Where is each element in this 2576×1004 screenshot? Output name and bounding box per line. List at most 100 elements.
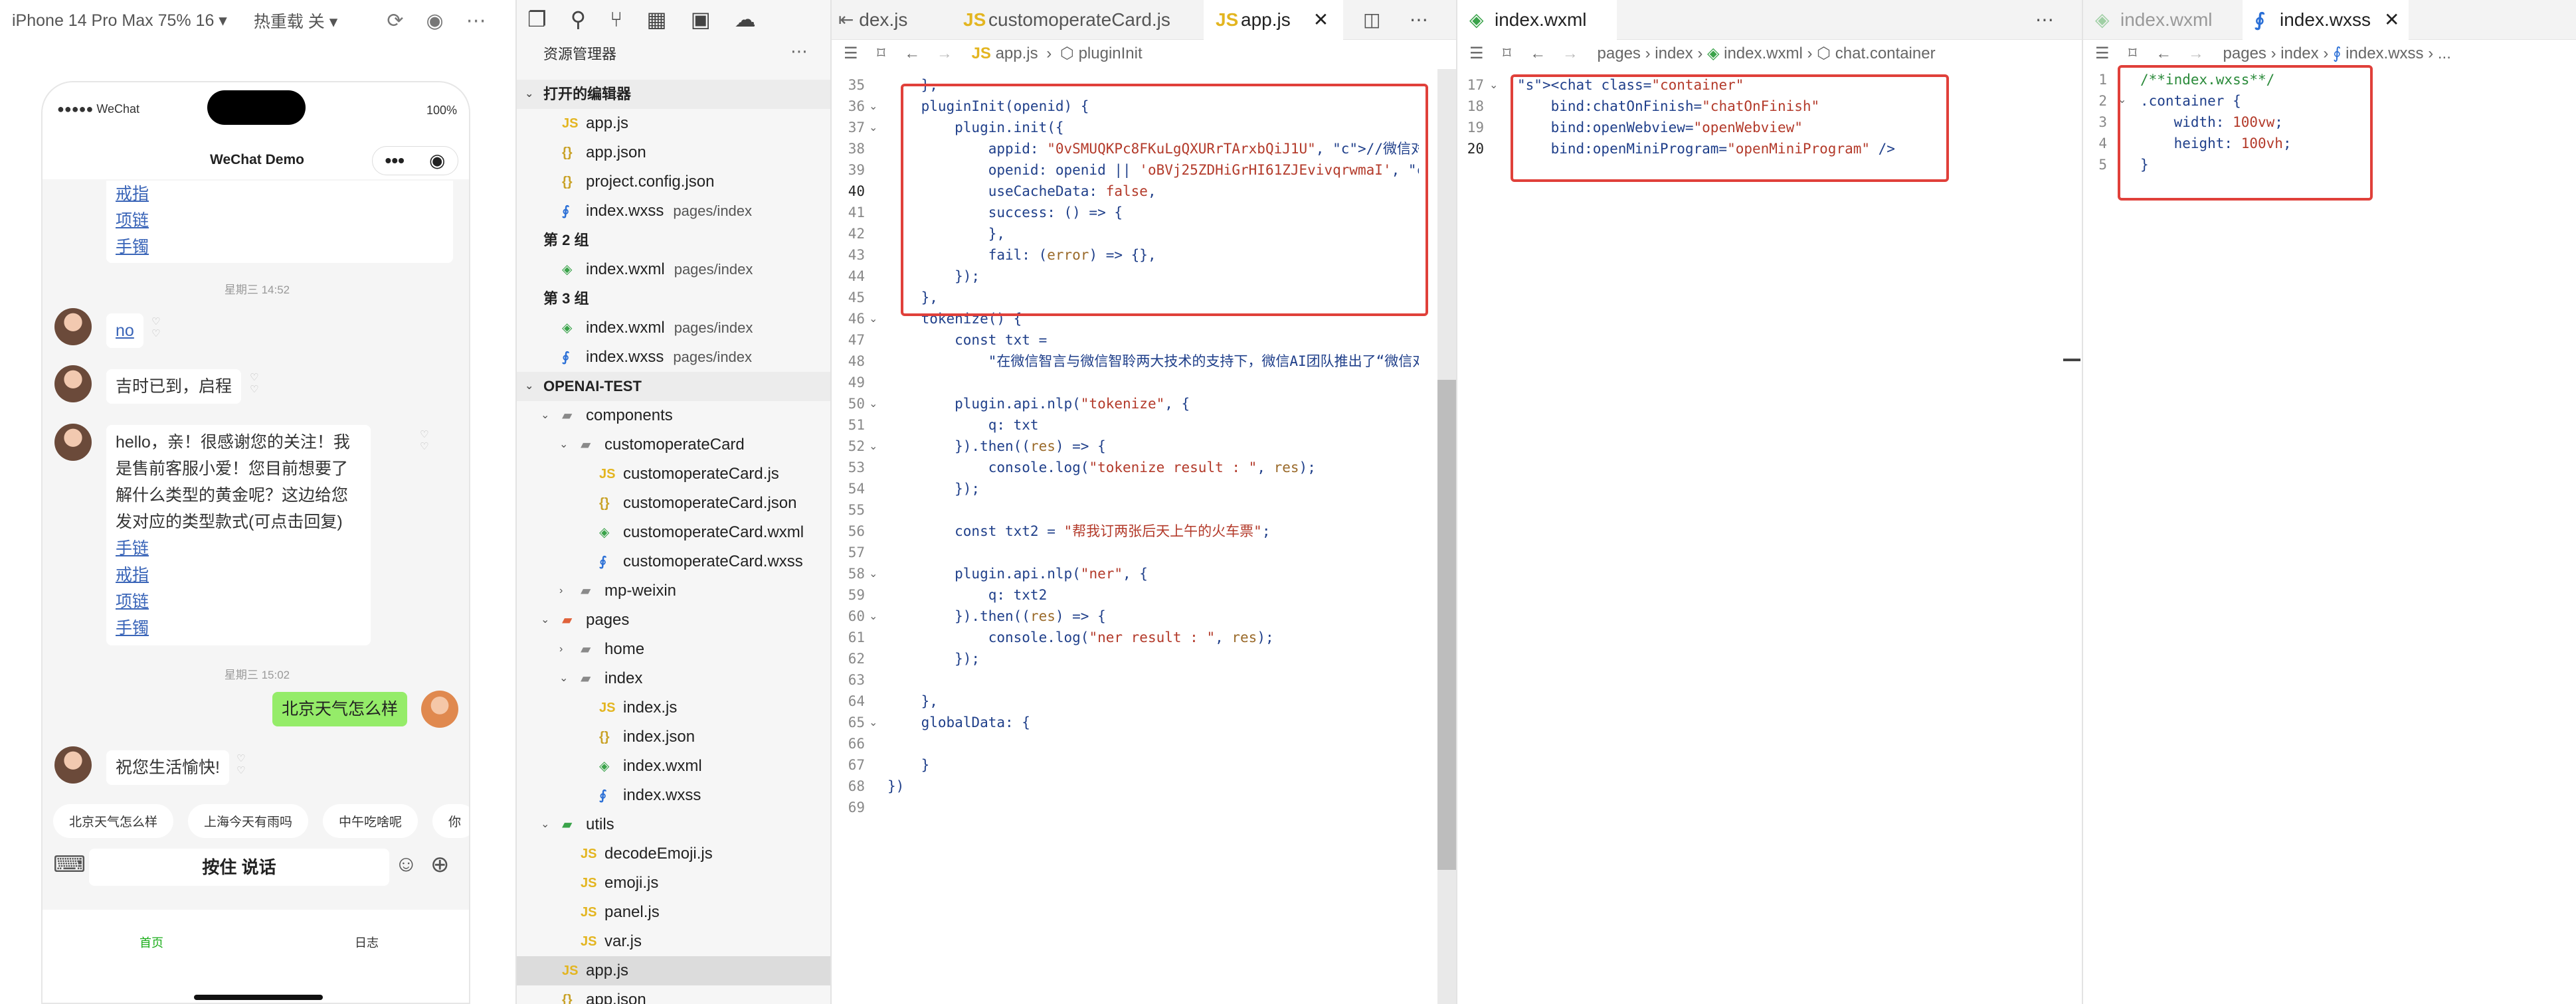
- tab-index-wxml[interactable]: ◈ index.wxml: [1457, 0, 1617, 40]
- fold-chevron-icon[interactable]: ⌄: [869, 100, 877, 113]
- code-line[interactable]: });: [887, 478, 1419, 499]
- list-icon[interactable]: ☰: [1469, 44, 1484, 62]
- code-line[interactable]: "在微信智言与微信智聆两大技术的支持下，微信AI团队推出了“微信对话: [887, 351, 1419, 372]
- file-tree-item[interactable]: ◈ customoperateCard.wxml: [517, 518, 830, 547]
- reply-link[interactable]: 手镯: [116, 234, 444, 260]
- back-icon[interactable]: ←: [2156, 44, 2171, 62]
- code-line[interactable]: [887, 797, 1419, 818]
- more-icon[interactable]: ⋯: [2035, 0, 2054, 40]
- reply-link[interactable]: 戒指: [116, 181, 444, 207]
- code-line[interactable]: [887, 372, 1419, 393]
- file-tree-item[interactable]: ∮ customoperateCard.wxss: [517, 547, 830, 576]
- close-icon[interactable]: ◉: [429, 141, 445, 180]
- breadcrumb-item[interactable]: pages: [2223, 44, 2266, 62]
- tab-index-js[interactable]: ⇤ dex.js: [832, 0, 951, 40]
- breadcrumb-item[interactable]: ...: [2438, 44, 2451, 62]
- file-tree-item[interactable]: ◈ index.wxml: [517, 752, 830, 781]
- file-tree-item[interactable]: ◈ index.wxml pages/index: [517, 255, 830, 284]
- emoji-icon[interactable]: ☺: [395, 851, 418, 877]
- file-tree-item[interactable]: JS var.js: [517, 927, 830, 956]
- reply-link[interactable]: 项链: [116, 207, 444, 234]
- extensions-icon[interactable]: ▦: [646, 7, 666, 32]
- files-icon[interactable]: ❐: [527, 7, 547, 32]
- bookmark-icon[interactable]: ⌑: [1503, 44, 1511, 62]
- reply-link[interactable]: 手镯: [116, 615, 361, 641]
- file-tree-item[interactable]: ⌄ ▰ index: [517, 664, 830, 693]
- file-tree-item[interactable]: {} customoperateCard.json: [517, 489, 830, 518]
- device-select[interactable]: iPhone 14 Pro Max 75% 16 ▾: [12, 11, 227, 31]
- fold-chevron-icon[interactable]: ⌄: [1489, 78, 1498, 92]
- tab-log[interactable]: 日志: [355, 934, 379, 951]
- code-line[interactable]: [887, 669, 1419, 691]
- more-icon[interactable]: ⋯: [1410, 0, 1428, 40]
- breadcrumb-item[interactable]: index: [1655, 44, 1693, 62]
- code-line[interactable]: const txt2 = "帮我订两张后天上午的火车票";: [887, 521, 1419, 542]
- split-editor-icon[interactable]: ◫: [1363, 0, 1380, 40]
- breadcrumb-item[interactable]: index.wxml: [1724, 44, 1803, 62]
- capsule-menu[interactable]: ••• ◉: [372, 146, 458, 175]
- quick-reply-chip[interactable]: 你: [432, 803, 469, 838]
- code-line[interactable]: }).then((res) => {: [887, 606, 1419, 627]
- file-tree-item[interactable]: JS emoji.js: [517, 869, 830, 898]
- file-tree-item[interactable]: {} app.json: [517, 985, 830, 1004]
- fold-chevron-icon[interactable]: ⌄: [869, 440, 877, 453]
- quick-reply-chip[interactable]: 中午吃啥呢: [323, 803, 418, 838]
- code-line[interactable]: }: [887, 754, 1419, 776]
- open-editors-header[interactable]: ⌄ 打开的编辑器: [517, 80, 830, 109]
- breadcrumb-item[interactable]: pages: [1598, 44, 1641, 62]
- file-tree-item[interactable]: ⌄ ▰ pages: [517, 606, 830, 635]
- more-icon[interactable]: ⋯: [790, 41, 808, 62]
- hold-to-talk-button[interactable]: 按住 说话: [89, 849, 389, 886]
- list-icon[interactable]: ☰: [2095, 44, 2110, 62]
- file-tree-item[interactable]: › ▰ home: [517, 635, 830, 664]
- breadcrumb-item[interactable]: index: [2280, 44, 2318, 62]
- close-icon[interactable]: ✕: [2384, 9, 2399, 30]
- like-icon[interactable]: ♡ ♡: [151, 316, 160, 340]
- tab-app-js[interactable]: JS app.js ✕: [1204, 0, 1343, 40]
- code-line[interactable]: plugin.api.nlp("ner", {: [887, 563, 1419, 584]
- like-icon[interactable]: ♡ ♡: [236, 753, 245, 777]
- file-tree-item[interactable]: JS index.js: [517, 693, 830, 722]
- fold-chevron-icon[interactable]: ⌄: [869, 121, 877, 134]
- breadcrumb-item[interactable]: index.wxss: [2346, 44, 2423, 62]
- file-tree-item[interactable]: › ▰ mp-weixin: [517, 576, 830, 606]
- reply-link[interactable]: 戒指: [116, 562, 361, 588]
- code-line[interactable]: plugin.api.nlp("tokenize", {: [887, 393, 1419, 414]
- reply-link[interactable]: no: [116, 317, 134, 344]
- plus-icon[interactable]: ⊕: [430, 851, 450, 878]
- file-tree-item[interactable]: ∮ index.wxss pages/index: [517, 197, 830, 226]
- like-icon[interactable]: ♡ ♡: [420, 429, 428, 453]
- hot-reload-select[interactable]: 热重载 关 ▾: [254, 9, 337, 33]
- file-tree-item[interactable]: ⌄ ▰ customoperateCard: [517, 430, 830, 460]
- file-tree-item[interactable]: ∮ index.wxss pages/index: [517, 343, 830, 372]
- quick-reply-chip[interactable]: 北京天气怎么样: [53, 803, 174, 838]
- file-tree-item[interactable]: JS panel.js: [517, 898, 830, 927]
- file-tree-item[interactable]: {} app.json: [517, 138, 830, 167]
- scrollbar-thumb[interactable]: [1437, 380, 1456, 870]
- file-tree-item[interactable]: ∮ index.wxss: [517, 781, 830, 810]
- file-tree-item[interactable]: JS app.js: [517, 109, 830, 138]
- tab-customoperatecard-js[interactable]: JS customoperateCard.js: [951, 0, 1204, 40]
- back-icon[interactable]: ←: [904, 44, 920, 62]
- breadcrumb-file[interactable]: app.js: [996, 44, 1038, 62]
- code-line[interactable]: globalData: {: [887, 712, 1419, 733]
- code-line[interactable]: const txt =: [887, 329, 1419, 351]
- code-line[interactable]: }): [887, 776, 1419, 797]
- breadcrumb-item[interactable]: chat.container: [1835, 44, 1936, 62]
- code-line[interactable]: },: [887, 691, 1419, 712]
- debug-icon[interactable]: ▣: [691, 7, 711, 32]
- file-tree-item[interactable]: {} project.config.json: [517, 167, 830, 197]
- code-line[interactable]: q: txt: [887, 414, 1419, 436]
- file-tree-item[interactable]: {} index.json: [517, 722, 830, 752]
- bookmark-icon[interactable]: ⌑: [2128, 44, 2136, 62]
- code-line[interactable]: console.log("tokenize result : ", res);: [887, 457, 1419, 478]
- tab-index-wxml[interactable]: ◈ index.wxml: [2083, 0, 2243, 40]
- code-line[interactable]: [887, 733, 1419, 754]
- file-tree-item[interactable]: ⌄ ▰ components: [517, 401, 830, 430]
- fold-chevron-icon[interactable]: ⌄: [869, 312, 877, 325]
- breadcrumb-symbol[interactable]: pluginInit: [1079, 44, 1143, 62]
- close-icon[interactable]: ✕: [1313, 9, 1329, 30]
- quick-reply-chip[interactable]: 上海今天有雨吗: [188, 803, 309, 838]
- tab-index-wxss[interactable]: ∮ index.wxss ✕: [2243, 0, 2409, 40]
- tab-home[interactable]: 首页: [139, 934, 163, 951]
